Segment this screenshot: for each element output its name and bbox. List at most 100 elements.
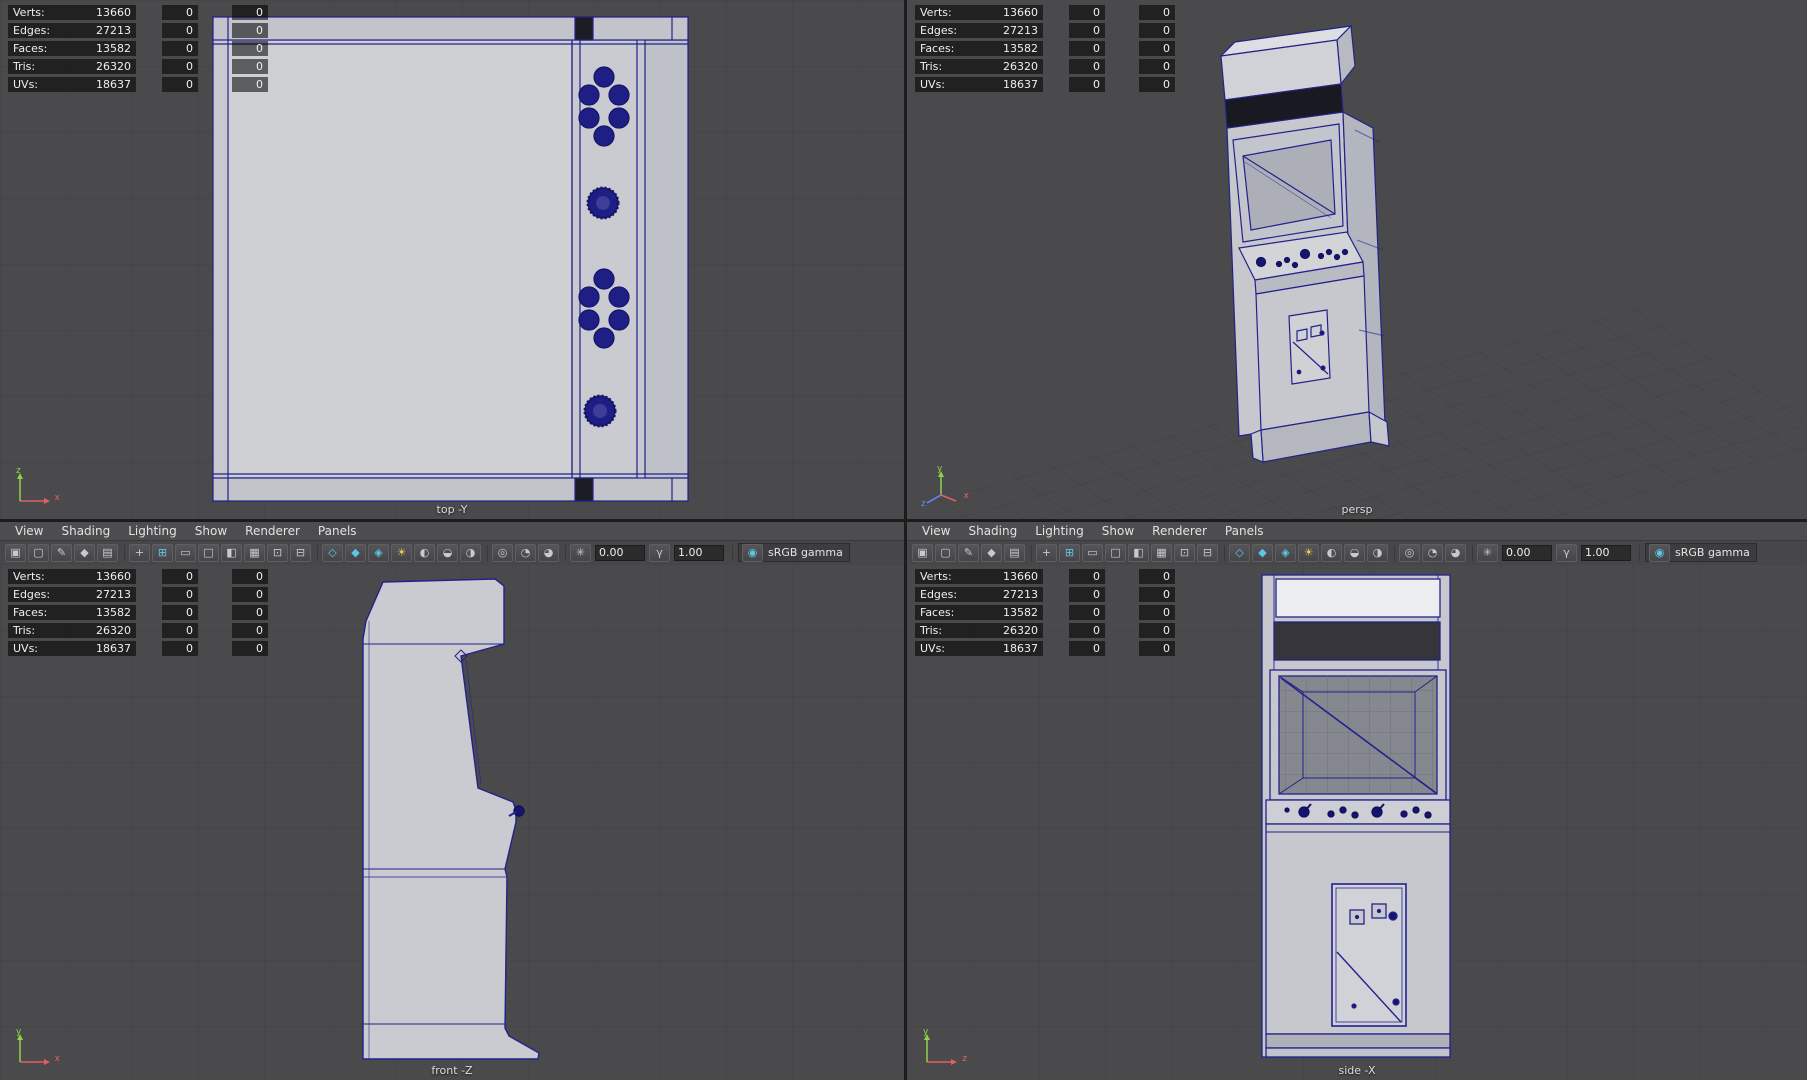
pan-zoom-icon[interactable]: +: [129, 543, 150, 562]
view-transform-icon: ◉: [742, 543, 763, 562]
xray-icon[interactable]: ◔: [515, 543, 536, 562]
hud-total-value: 18637: [981, 77, 1043, 92]
wireframe-icon[interactable]: ◇: [1229, 543, 1250, 562]
isolate-select-icon[interactable]: ◎: [1399, 543, 1420, 562]
poly-count-hud: Verts: 13660 0 0 Edges: 27213 0 0 Faces: 13582 0 0 T…: [8, 569, 268, 656]
camera-attributes-icon[interactable]: ✎: [958, 543, 979, 562]
gamma-input[interactable]: [1581, 544, 1631, 561]
gate-mask-icon[interactable]: ◧: [1128, 543, 1149, 562]
hud-selected-value: 0: [162, 587, 198, 602]
hud-stat-label: Verts:: [915, 5, 981, 20]
safe-action-icon[interactable]: ⊡: [267, 543, 288, 562]
menu-view[interactable]: View: [6, 523, 52, 540]
resolution-gate-icon[interactable]: □: [1105, 543, 1126, 562]
menu-lighting[interactable]: Lighting: [119, 523, 186, 540]
ambient-occlusion-icon[interactable]: ◒: [437, 543, 458, 562]
shadows-icon[interactable]: ◐: [1321, 543, 1342, 562]
all-lights-icon[interactable]: ☀: [391, 543, 412, 562]
hud-extra-value: 0: [232, 605, 268, 620]
hud-row: Faces: 13582 0 0: [915, 41, 1175, 56]
view-transform-icon: ◉: [1649, 543, 1670, 562]
wireframe-icon[interactable]: ◇: [322, 543, 343, 562]
menu-lighting[interactable]: Lighting: [1026, 523, 1093, 540]
menu-show[interactable]: Show: [1093, 523, 1143, 540]
isolate-select-icon[interactable]: ◎: [492, 543, 513, 562]
field-chart-icon[interactable]: ▦: [244, 543, 265, 562]
view-transform-label: sRGB gamma: [768, 546, 843, 559]
resolution-gate-icon[interactable]: □: [198, 543, 219, 562]
safe-action-icon[interactable]: ⊡: [1174, 543, 1195, 562]
shadows-icon[interactable]: ◐: [414, 543, 435, 562]
image-plane-icon[interactable]: ▤: [97, 543, 118, 562]
motion-blur-icon[interactable]: ◑: [1367, 543, 1388, 562]
menu-show[interactable]: Show: [186, 523, 236, 540]
safe-title-icon[interactable]: ⊟: [1197, 543, 1218, 562]
textured-icon[interactable]: ◈: [1275, 543, 1296, 562]
grid-icon[interactable]: ⊞: [152, 543, 173, 562]
shaded-icon[interactable]: ◆: [1252, 543, 1273, 562]
exposure-icon[interactable]: ✳: [570, 543, 591, 562]
gamma-icon[interactable]: γ: [649, 543, 670, 562]
axis-y-label: y: [16, 1027, 22, 1037]
menu-renderer[interactable]: Renderer: [1143, 523, 1216, 540]
joint-xray-icon[interactable]: ◕: [538, 543, 559, 562]
viewport-label: persp: [1341, 503, 1373, 516]
viewport-panel-persp: Verts: 13660 0 0 Edges: 27213 0 0 Faces: 13582 0 0 T…: [907, 0, 1807, 519]
front-viewport: Verts: 13660 0 0 Edges: 27213 0 0 Faces: 13582 0 0 T…: [0, 564, 904, 1080]
joint-xray-icon[interactable]: ◕: [1445, 543, 1466, 562]
hud-stat-label: Edges:: [915, 23, 981, 38]
panel-menubar: View Shading Lighting Show Renderer Pane…: [0, 522, 904, 541]
hud-total-value: 13582: [74, 605, 136, 620]
ambient-occlusion-icon[interactable]: ◒: [1344, 543, 1365, 562]
gamma-icon[interactable]: γ: [1556, 543, 1577, 562]
select-camera-icon[interactable]: ▣: [5, 543, 26, 562]
image-plane-icon[interactable]: ▤: [1004, 543, 1025, 562]
hud-extra-value: 0: [232, 23, 268, 38]
shaded-icon[interactable]: ◆: [345, 543, 366, 562]
bookmark-icon[interactable]: ◆: [74, 543, 95, 562]
hud-selected-value: 0: [162, 605, 198, 620]
pan-zoom-icon[interactable]: +: [1036, 543, 1057, 562]
arcade-cabinet-front-view[interactable]: [1261, 574, 1451, 1058]
select-camera-icon[interactable]: ▣: [912, 543, 933, 562]
hud-row: Faces: 13582 0 0: [8, 41, 268, 56]
hud-selected-value: 0: [1069, 569, 1105, 584]
bookmark-icon[interactable]: ◆: [981, 543, 1002, 562]
film-gate-icon[interactable]: ▭: [175, 543, 196, 562]
camera-attributes-icon[interactable]: ✎: [51, 543, 72, 562]
exposure-input[interactable]: [1502, 544, 1552, 561]
hud-selected-value: 0: [1069, 587, 1105, 602]
view-transform-control[interactable]: ◉ sRGB gamma: [1645, 543, 1757, 562]
menu-shading[interactable]: Shading: [959, 523, 1026, 540]
menu-panels[interactable]: Panels: [1216, 523, 1273, 540]
arcade-cabinet-top-view[interactable]: [212, 16, 689, 502]
axis-x-label: x: [54, 1054, 60, 1064]
safe-title-icon[interactable]: ⊟: [290, 543, 311, 562]
all-lights-icon[interactable]: ☀: [1298, 543, 1319, 562]
motion-blur-icon[interactable]: ◑: [460, 543, 481, 562]
lock-camera-icon[interactable]: ▢: [28, 543, 49, 562]
xray-icon[interactable]: ◔: [1422, 543, 1443, 562]
gamma-input[interactable]: [674, 544, 724, 561]
hud-stat-label: Verts:: [915, 569, 981, 584]
hud-selected-value: 0: [1069, 41, 1105, 56]
menu-panels[interactable]: Panels: [309, 523, 366, 540]
menu-view[interactable]: View: [913, 523, 959, 540]
menu-shading[interactable]: Shading: [52, 523, 119, 540]
hud-extra-value: 0: [232, 59, 268, 74]
grid-icon[interactable]: ⊞: [1059, 543, 1080, 562]
hud-selected-value: 0: [1069, 77, 1105, 92]
hud-total-value: 18637: [74, 641, 136, 656]
textured-icon[interactable]: ◈: [368, 543, 389, 562]
speaker-band: [1273, 621, 1441, 661]
view-transform-control[interactable]: ◉ sRGB gamma: [738, 543, 850, 562]
lock-camera-icon[interactable]: ▢: [935, 543, 956, 562]
viewport-label: front -Z: [431, 1064, 473, 1077]
exposure-input[interactable]: [595, 544, 645, 561]
gate-mask-icon[interactable]: ◧: [221, 543, 242, 562]
exposure-icon[interactable]: ✳: [1477, 543, 1498, 562]
field-chart-icon[interactable]: ▦: [1151, 543, 1172, 562]
film-gate-icon[interactable]: ▭: [1082, 543, 1103, 562]
viewport-panel-side: View Shading Lighting Show Renderer Pane…: [907, 522, 1807, 1080]
menu-renderer[interactable]: Renderer: [236, 523, 309, 540]
